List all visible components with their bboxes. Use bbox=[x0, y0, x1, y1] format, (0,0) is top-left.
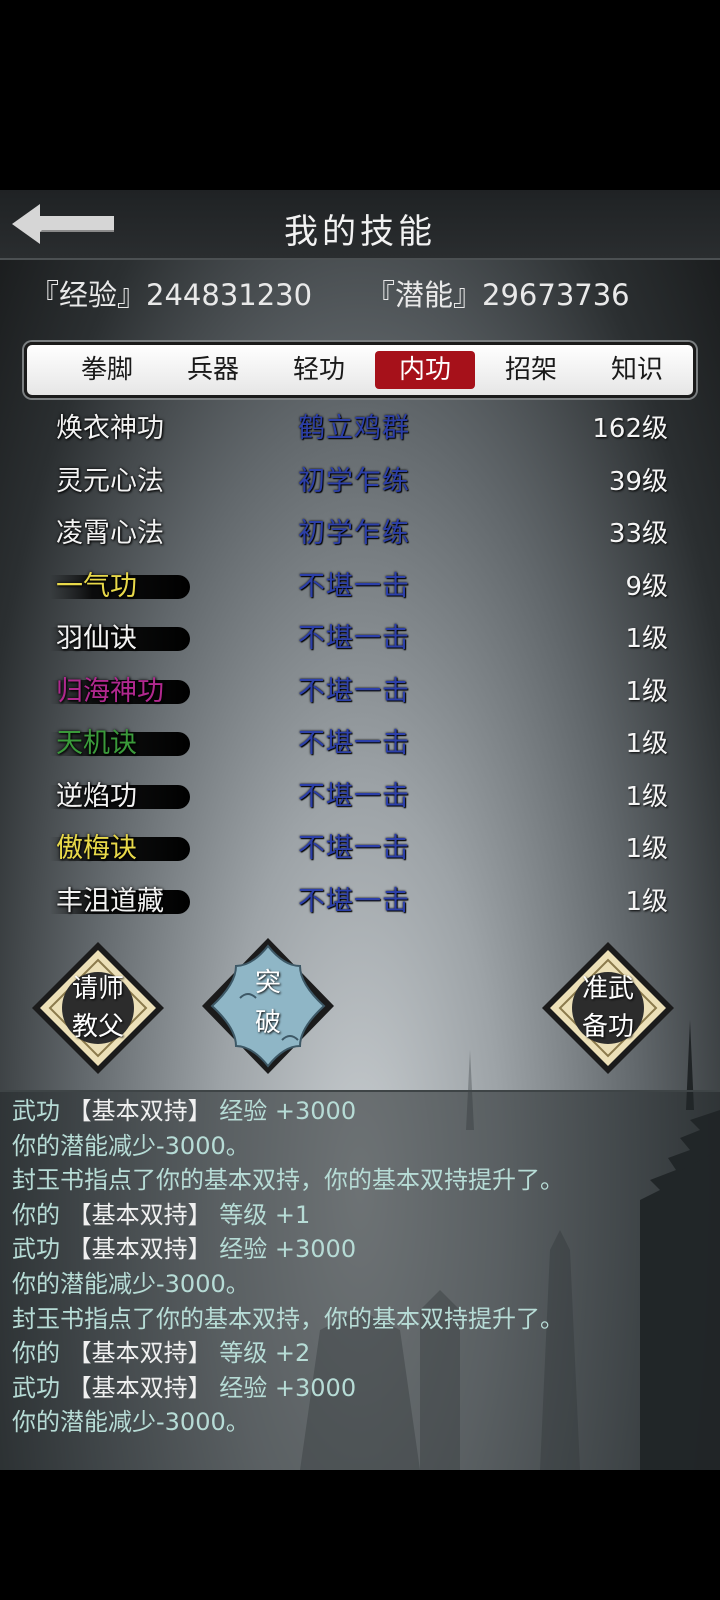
skill-rank: 鹤立鸡群 bbox=[298, 413, 410, 444]
skill-name: 一气功 bbox=[56, 570, 137, 602]
experience-label: 『经验』 bbox=[30, 278, 147, 312]
log-pre: 你的潜能减少-3000。 bbox=[12, 1131, 250, 1160]
skill-level: 1级 bbox=[625, 729, 668, 759]
skills-panel: 我的技能 『经验』244831230 『潜能』29673736 拳脚 兵器 轻功… bbox=[0, 190, 720, 1470]
log-line: 你的 【基本双持】 等级 +1 bbox=[12, 1198, 310, 1232]
skill-category-tabs: 拳脚 兵器 轻功 内功 招架 知识 bbox=[24, 342, 696, 398]
skill-row[interactable]: 天机诀 不堪一击 1级 bbox=[0, 720, 720, 772]
log-line: 你的潜能减少-3000。 bbox=[12, 1267, 250, 1301]
log-pre: 武功 bbox=[12, 1235, 68, 1264]
hire-master-button[interactable]: 请师 教父 bbox=[30, 940, 166, 1076]
log-post: 经验 +3000 bbox=[211, 1235, 357, 1264]
skill-rank: 不堪一击 bbox=[298, 570, 410, 602]
log-br: 【基本双持】 bbox=[67, 1235, 212, 1264]
log-pre: 你的潜能减少-3000。 bbox=[12, 1408, 250, 1437]
skill-row[interactable]: 凌霄心法 初学乍练 33级 bbox=[0, 510, 720, 562]
skill-rank: 初学乍练 bbox=[298, 465, 410, 497]
skill-name: 丰沮道藏 bbox=[56, 885, 164, 917]
skill-name: 羽仙诀 bbox=[56, 623, 137, 654]
diamond-frame-icon bbox=[32, 942, 164, 1074]
log-pre: 你的潜能减少-3000。 bbox=[12, 1270, 250, 1298]
skill-rank: 不堪一击 bbox=[298, 885, 410, 917]
skill-rank: 不堪一击 bbox=[298, 833, 410, 864]
experience-stat: 『经验』244831230 bbox=[30, 272, 312, 314]
skill-name: 傲梅诀 bbox=[56, 833, 137, 864]
log-post: 经验 +3000 bbox=[211, 1097, 357, 1125]
log-line: 封玉书指点了你的基本双持，你的基本双持提升了。 bbox=[12, 1163, 564, 1197]
breakthrough-line1: 突 bbox=[254, 968, 281, 998]
log-pre: 武功 bbox=[12, 1097, 68, 1125]
skill-level: 39级 bbox=[608, 466, 668, 497]
tab-knowledge[interactable]: 知识 bbox=[587, 351, 687, 389]
potential-label: 『潜能』 bbox=[366, 278, 483, 312]
tab-inner-power[interactable]: 内功 bbox=[375, 351, 475, 389]
log-post: 经验 +3000 bbox=[211, 1373, 357, 1402]
skill-rank: 不堪一击 bbox=[298, 728, 410, 759]
log-line: 武功 【基本双持】 经验 +3000 bbox=[12, 1371, 356, 1405]
experience-value: 244831230 bbox=[146, 278, 313, 312]
skill-level: 33级 bbox=[608, 519, 668, 549]
skill-level: 1级 bbox=[625, 676, 668, 707]
prepare-skill-button[interactable]: 准武 备功 bbox=[540, 940, 676, 1076]
prepare-line1: 准武 bbox=[581, 974, 634, 1004]
log-pre: 你的 bbox=[12, 1339, 68, 1368]
log-br: 【基本双持】 bbox=[67, 1097, 212, 1125]
log-line: 武功 【基本双持】 经验 +3000 bbox=[12, 1232, 356, 1266]
log-line: 你的潜能减少-3000。 bbox=[12, 1405, 250, 1439]
log-line: 封玉书指点了你的基本双持，你的基本双持提升了。 bbox=[12, 1302, 564, 1336]
skill-name: 灵元心法 bbox=[56, 465, 164, 497]
skill-name: 凌霄心法 bbox=[56, 518, 164, 549]
log-line: 你的潜能减少-3000。 bbox=[12, 1129, 250, 1163]
skill-row[interactable]: 归海神功 不堪一击 1级 bbox=[0, 668, 720, 720]
page-title: 我的技能 bbox=[284, 212, 436, 252]
skill-row[interactable]: 羽仙诀 不堪一击 1级 bbox=[0, 615, 720, 667]
breakthrough-line2: 破 bbox=[254, 1008, 281, 1038]
log-br: 【基本双持】 bbox=[67, 1373, 212, 1402]
stats-bar: 『经验』244831230 『潜能』29673736 bbox=[0, 272, 720, 316]
title-bar: 我的技能 bbox=[0, 190, 720, 260]
skill-name: 天机诀 bbox=[56, 728, 137, 759]
log-line: 武功 【基本双持】 经验 +3000 bbox=[12, 1094, 356, 1128]
skill-row[interactable]: 逆焰功 不堪一击 1级 bbox=[0, 773, 720, 825]
log-post: 等级 +1 bbox=[211, 1200, 311, 1229]
skill-level: 9级 bbox=[625, 571, 668, 602]
hire-master-line1: 请师 bbox=[71, 974, 124, 1004]
skill-rank: 不堪一击 bbox=[298, 780, 410, 812]
skill-level: 1级 bbox=[625, 834, 668, 864]
skill-level: 1级 bbox=[625, 781, 668, 812]
tab-lightness[interactable]: 轻功 bbox=[269, 351, 369, 389]
skill-rank: 不堪一击 bbox=[298, 675, 410, 707]
log-line: 你的 【基本双持】 等级 +2 bbox=[12, 1336, 310, 1370]
skill-row[interactable]: 焕衣神功 鹤立鸡群 162级 bbox=[0, 405, 720, 457]
potential-stat: 『潜能』29673736 bbox=[366, 272, 630, 314]
potential-value: 29673736 bbox=[482, 278, 630, 312]
tab-parry[interactable]: 招架 bbox=[481, 351, 581, 389]
skill-row[interactable]: 灵元心法 初学乍练 39级 bbox=[0, 458, 720, 510]
log-pre: 你的 bbox=[12, 1200, 68, 1229]
skill-row[interactable]: 一气功 不堪一击 9级 bbox=[0, 563, 720, 615]
tab-fist[interactable]: 拳脚 bbox=[57, 351, 157, 389]
hire-master-line2: 教父 bbox=[71, 1012, 124, 1042]
skill-name: 归海神功 bbox=[56, 675, 164, 707]
skill-row[interactable]: 傲梅诀 不堪一击 1级 bbox=[0, 825, 720, 877]
diamond-frame-icon bbox=[542, 942, 674, 1074]
log-post: 等级 +2 bbox=[211, 1339, 311, 1368]
prepare-line2: 备功 bbox=[581, 1012, 634, 1042]
skill-rank: 不堪一击 bbox=[298, 623, 410, 654]
log-pre: 武功 bbox=[12, 1373, 68, 1402]
skill-row[interactable]: 丰沮道藏 不堪一击 1级 bbox=[0, 878, 720, 930]
tab-weapon[interactable]: 兵器 bbox=[163, 351, 263, 389]
log-br: 【基本双持】 bbox=[67, 1200, 212, 1229]
log-pre: 封玉书指点了你的基本双持，你的基本双持提升了。 bbox=[12, 1304, 564, 1333]
log-br: 【基本双持】 bbox=[67, 1339, 212, 1368]
skill-level: 162级 bbox=[592, 414, 668, 444]
skill-rank: 初学乍练 bbox=[298, 518, 410, 549]
message-log: 武功 【基本双持】 经验 +3000 你的潜能减少-3000。 封玉书指点了你的基本… bbox=[0, 1090, 720, 1470]
skill-name: 逆焰功 bbox=[56, 780, 137, 812]
skill-level: 1级 bbox=[625, 624, 668, 654]
breakthrough-button[interactable]: 突 破 bbox=[200, 936, 336, 1076]
skill-level: 1级 bbox=[625, 886, 668, 917]
log-pre: 封玉书指点了你的基本双持，你的基本双持提升了。 bbox=[12, 1166, 564, 1195]
skill-name: 焕衣神功 bbox=[56, 413, 164, 444]
